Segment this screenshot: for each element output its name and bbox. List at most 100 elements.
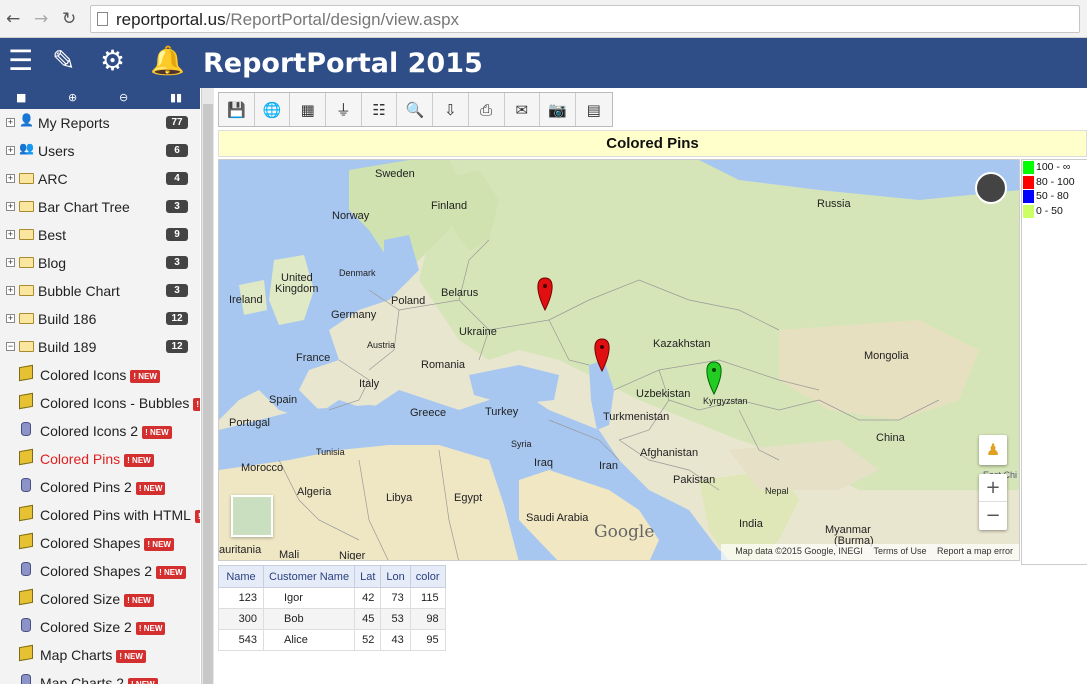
column-header[interactable]: Name	[218, 565, 264, 588]
sidebar-scrollbar[interactable]	[201, 88, 214, 684]
expand-icon[interactable]: +	[6, 314, 15, 323]
label-ireland: Ireland	[229, 294, 263, 306]
expand-icon[interactable]: +	[6, 286, 15, 295]
sidebar-report[interactable]: Colored Icons! NEW	[0, 361, 200, 389]
expand-icon[interactable]: +	[6, 230, 15, 239]
save-icon[interactable]: 💾	[219, 93, 255, 126]
sidebar-report[interactable]: Colored Size 2! NEW	[0, 613, 200, 641]
label-kingdom: Kingdom	[275, 283, 319, 295]
folder-icon[interactable]: ■	[16, 91, 26, 104]
pegman-icon[interactable]: ♟	[979, 435, 1007, 465]
grid-icon[interactable]: ▦	[290, 93, 327, 126]
sidebar-folder[interactable]: + 👥 Users 6	[0, 137, 200, 165]
map-type-thumbnail[interactable]	[231, 495, 273, 537]
scrollbar-thumb[interactable]	[203, 104, 213, 684]
legend-swatch	[1023, 204, 1034, 218]
count-badge: 4	[166, 172, 188, 185]
database-icon	[21, 422, 31, 436]
legend-item: 80 - 100	[1022, 175, 1087, 190]
sidebar-report[interactable]: Colored Shapes 2! NEW	[0, 557, 200, 585]
sidebar-report[interactable]: Colored Size! NEW	[0, 585, 200, 613]
sidebar-report[interactable]: Colored Shapes! NEW	[0, 529, 200, 557]
remove-icon[interactable]: ⊖	[119, 91, 128, 104]
sidebar-report[interactable]: Map Charts 2! NEW	[0, 669, 200, 684]
edit-icon[interactable]: ✎	[52, 46, 75, 76]
sidebar-report[interactable]: Colored Pins! NEW	[0, 445, 200, 473]
forward-button[interactable]: →	[34, 9, 48, 29]
camera-icon[interactable]: 📷	[540, 93, 576, 126]
document-icon[interactable]: ▤	[576, 93, 612, 126]
filter-icon[interactable]: ⏚	[326, 93, 362, 126]
column-header[interactable]: color	[409, 565, 446, 588]
sidebar-folder[interactable]: + ARC 4	[0, 165, 200, 193]
folder-icon	[19, 173, 34, 184]
expand-icon[interactable]: +	[6, 146, 15, 155]
back-button[interactable]: ←	[6, 9, 20, 29]
avatar[interactable]	[975, 172, 1007, 204]
print-icon[interactable]: ⎙	[469, 93, 505, 126]
sidebar-report[interactable]: Colored Pins 2! NEW	[0, 473, 200, 501]
menu-icon[interactable]: ☰	[8, 46, 33, 76]
globe-icon[interactable]: 🌐	[255, 93, 291, 126]
map-attribution: Map data ©2015 Google, INEGI Terms of Us…	[721, 544, 1019, 560]
cube-icon	[19, 364, 33, 382]
sidebar-item-label: Bubble Chart	[38, 283, 120, 299]
expand-icon[interactable]: +	[6, 118, 15, 127]
count-badge: 3	[166, 200, 188, 213]
sidebar-folder[interactable]: + Build 186 12	[0, 305, 200, 333]
sidebar-folder[interactable]: + 👤 My Reports 77	[0, 109, 200, 137]
label-mongolia: Mongolia	[864, 350, 909, 362]
sidebar-report[interactable]: Map Charts! NEW	[0, 641, 200, 669]
label-russia: Russia	[817, 198, 851, 210]
sidebar-item-label: Colored Pins 2	[40, 479, 132, 495]
binoculars-icon[interactable]: ▮▮	[170, 91, 182, 104]
legend-swatch	[1023, 161, 1034, 174]
expand-icon[interactable]: +	[6, 258, 15, 267]
zoom-out-button[interactable]: −	[979, 502, 1007, 530]
sidebar-folder[interactable]: − Build 189 12	[0, 333, 200, 361]
expand-icon[interactable]: −	[6, 342, 15, 351]
sidebar-folder[interactable]: + Bubble Chart 3	[0, 277, 200, 305]
label-egypt: Egypt	[454, 492, 483, 504]
new-badge: ! NEW	[156, 566, 186, 579]
label-kyrgyzstan: Kyrgyzstan	[703, 396, 748, 406]
sidebar-item-label: Colored Size 2	[40, 619, 132, 635]
sidebar-item-label: Colored Pins	[40, 451, 121, 467]
label-finland: Finland	[431, 200, 468, 212]
sidebar-item-label: Colored Icons 2	[40, 423, 139, 439]
column-header[interactable]: Lon	[380, 565, 411, 588]
export-icon[interactable]: ⇩	[433, 93, 469, 126]
search-icon[interactable]: 🔍	[397, 93, 434, 126]
add-icon[interactable]: ⊕	[68, 91, 77, 104]
bell-icon[interactable]: 🔔	[150, 46, 185, 76]
zoom-in-button[interactable]: +	[979, 474, 1007, 502]
column-header[interactable]: Customer Name	[262, 565, 356, 588]
label-iran: Iran	[599, 460, 618, 472]
column-header[interactable]: Lat	[354, 565, 382, 588]
reload-button[interactable]: ↻	[62, 9, 76, 29]
expand-icon[interactable]: +	[6, 174, 15, 183]
sidebar-folder[interactable]: + Bar Chart Tree 3	[0, 193, 200, 221]
gears-icon[interactable]: ⚙	[100, 46, 125, 76]
legend-item: 50 - 80	[1022, 189, 1087, 204]
sidebar-item-label: Bar Chart Tree	[38, 199, 130, 215]
sidebar-folder[interactable]: + Best 9	[0, 221, 200, 249]
report-error-link[interactable]: Report a map error	[937, 546, 1013, 556]
sidebar-item-label: Colored Shapes 2	[40, 563, 153, 579]
sidebar-report[interactable]: Colored Icons 2! NEW	[0, 417, 200, 445]
count-badge: 3	[166, 256, 188, 269]
expand-icon[interactable]: +	[6, 202, 15, 211]
sidebar-folder[interactable]: + Blog 3	[0, 249, 200, 277]
folder-icon	[19, 257, 34, 268]
sidebar-report[interactable]: Colored Pins with HTML! NEW	[0, 501, 200, 529]
map-view[interactable]: Sweden Finland Norway Russia Denmark Uni…	[218, 159, 1020, 561]
label-nepal: Nepal	[765, 486, 789, 496]
app-title: ReportPortal 2015	[203, 48, 483, 79]
terms-link[interactable]: Terms of Use	[873, 546, 926, 556]
address-bar[interactable]: reportportal.us/ReportPortal/design/view…	[90, 5, 1080, 33]
sidebar-report[interactable]: Colored Icons - Bubbles! NEW	[0, 389, 200, 417]
filter-list-icon[interactable]: ☷	[362, 93, 398, 126]
label-tunisia: Tunisia	[316, 447, 345, 457]
email-icon[interactable]: ✉	[505, 93, 541, 126]
label-france: France	[296, 352, 331, 364]
